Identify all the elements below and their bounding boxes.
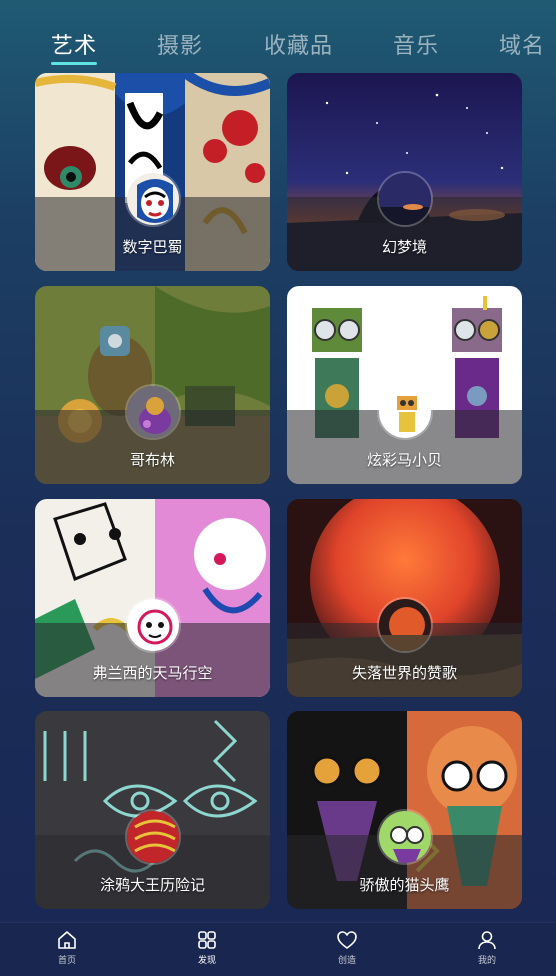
nav-create-label: 创造 <box>337 956 356 966</box>
nav-home-label: 首页 <box>57 956 76 966</box>
creator-avatar[interactable] <box>124 597 181 653</box>
creator-avatar[interactable] <box>376 171 433 227</box>
nft-card-lost-world[interactable]: 失落世界的赞歌 <box>287 499 522 697</box>
nft-card-francis[interactable]: 弗兰西的天马行空 <box>35 499 270 697</box>
creator-avatar[interactable] <box>376 809 433 865</box>
creator-avatar[interactable] <box>124 384 181 440</box>
card-title: 弗兰西的天马行空 <box>92 664 213 682</box>
tab-photography[interactable]: 摄影 <box>157 28 203 60</box>
nft-card-shu[interactable]: 数字巴蜀 <box>35 73 270 271</box>
tab-domain[interactable]: 域名 <box>499 28 545 60</box>
tab-collectibles[interactable]: 收藏品 <box>264 28 333 60</box>
card-title: 炫彩马小贝 <box>366 451 442 469</box>
card-title: 哥布林 <box>129 451 175 469</box>
card-title: 数字巴蜀 <box>122 238 183 256</box>
active-tab-indicator <box>51 62 97 65</box>
user-icon <box>478 931 496 950</box>
creator-avatar[interactable] <box>124 171 181 227</box>
creator-avatar[interactable] <box>376 597 433 653</box>
nft-card-graffiti[interactable]: 涂鸦大王历险记 <box>35 711 270 909</box>
nav-discover[interactable]: 发现 <box>177 929 237 966</box>
creator-avatar[interactable] <box>124 809 181 865</box>
nft-card-robot[interactable]: 炫彩马小贝 <box>287 286 522 484</box>
grid-icon <box>198 931 216 949</box>
nav-profile[interactable]: 我的 <box>457 929 517 966</box>
card-title: 骄傲的猫头鹰 <box>359 876 450 894</box>
nav-profile-label: 我的 <box>477 956 496 966</box>
tab-art[interactable]: 艺术 <box>51 28 97 60</box>
card-title: 失落世界的赞歌 <box>351 664 457 682</box>
nft-card-owl[interactable]: 骄傲的猫头鹰 <box>287 711 522 909</box>
nav-create[interactable]: 创造 <box>317 929 377 966</box>
card-title: 幻梦境 <box>381 238 427 256</box>
nav-discover-label: 发现 <box>197 956 216 966</box>
card-title: 涂鸦大王历险记 <box>99 876 205 894</box>
home-icon <box>58 931 76 949</box>
nft-card-goblin[interactable]: 哥布林 <box>35 286 270 484</box>
tab-music[interactable]: 音乐 <box>393 28 439 60</box>
bottom-nav: 首页 发现 创造 我的 <box>0 922 556 976</box>
creator-avatar[interactable] <box>376 384 433 440</box>
nav-home[interactable]: 首页 <box>37 929 97 966</box>
category-tabs: 艺术 摄影 收藏品 音乐 域名 <box>0 0 556 72</box>
nft-card-dreamland[interactable]: 幻梦境 <box>287 73 522 271</box>
heart-icon <box>337 931 357 949</box>
